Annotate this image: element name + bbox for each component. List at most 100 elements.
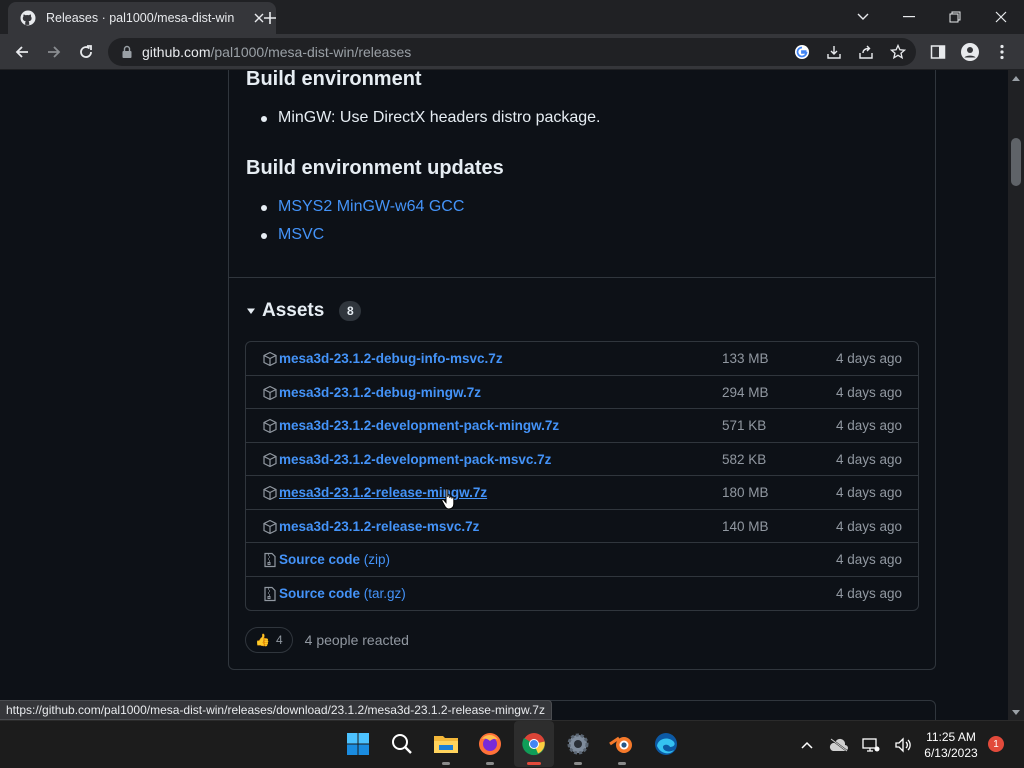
notification-badge[interactable]: 1 (988, 736, 1004, 752)
asset-date: 4 days ago (835, 586, 902, 601)
asset-row: Source code (tar.gz) 4 days ago (246, 576, 918, 610)
asset-row: Source code (zip) 4 days ago (246, 542, 918, 576)
msys2-link[interactable]: MSYS2 MinGW-w64 GCC (260, 198, 464, 216)
build-env-updates-heading: Build environment updates (246, 157, 504, 179)
file-explorer-icon[interactable] (426, 721, 466, 767)
asset-link[interactable]: Source code (zip) (279, 552, 390, 567)
window-controls (886, 0, 1024, 34)
onedrive-offline-icon[interactable] (828, 734, 850, 756)
chrome-icon[interactable] (514, 721, 554, 767)
release-card: Build environment MinGW: Use DirectX hea… (228, 70, 936, 670)
share-icon[interactable] (854, 42, 878, 62)
google-icon[interactable] (790, 42, 814, 62)
browser-tab[interactable]: Releases · pal1000/mesa-dist-win (8, 2, 276, 34)
thumbs-up-reaction-button[interactable]: 👍 4 (245, 627, 293, 653)
assets-list: mesa3d-23.1.2-debug-info-msvc.7z 133 MB … (245, 341, 919, 611)
thumbs-up-icon: 👍 (255, 633, 270, 647)
side-panel-icon[interactable] (926, 40, 950, 64)
package-icon (262, 452, 278, 468)
start-icon[interactable] (338, 721, 378, 767)
install-app-icon[interactable] (822, 42, 846, 62)
package-icon (262, 418, 278, 434)
url-text: github.com/pal1000/mesa-dist-win/release… (142, 44, 412, 60)
volume-icon[interactable] (892, 734, 914, 756)
asset-date: 4 days ago (835, 552, 902, 567)
asset-size: 294 MB (722, 385, 769, 400)
assets-toggle[interactable]: Assets 8 (246, 300, 362, 322)
asset-row: mesa3d-23.1.2-release-mingw.7z 180 MB 4 … (246, 475, 918, 509)
package-icon (262, 519, 278, 535)
caret-down-icon (246, 306, 256, 316)
asset-row: mesa3d-23.1.2-debug-info-msvc.7z 133 MB … (246, 342, 918, 376)
clock-date: 6/13/2023 (924, 746, 978, 760)
asset-link[interactable]: mesa3d-23.1.2-debug-info-msvc.7z (279, 351, 503, 366)
build-env-item: MinGW: Use DirectX headers distro packag… (261, 109, 601, 126)
profile-icon[interactable] (958, 40, 982, 64)
section-divider (229, 277, 935, 278)
bookmark-star-icon[interactable] (886, 42, 910, 62)
forward-button[interactable] (40, 38, 68, 66)
lock-icon[interactable] (120, 45, 134, 59)
asset-size: 582 KB (722, 452, 767, 467)
scrollbar-thumb[interactable] (1011, 138, 1021, 186)
chevron-up-icon[interactable] (796, 734, 818, 756)
github-icon (20, 10, 36, 26)
asset-size: 180 MB (722, 485, 769, 500)
clock-time: 11:25 AM (926, 730, 976, 744)
tab-title: Releases · pal1000/mesa-dist-win (46, 11, 235, 25)
reload-button[interactable] (72, 38, 100, 66)
package-icon (262, 351, 278, 367)
scroll-up-arrow-icon[interactable] (1008, 70, 1024, 86)
build-env-heading: Build environment (246, 70, 422, 90)
asset-date: 4 days ago (835, 418, 902, 433)
asset-row: mesa3d-23.1.2-debug-mingw.7z 294 MB 4 da… (246, 375, 918, 409)
system-tray (796, 721, 914, 768)
page-content: Build environment MinGW: Use DirectX hea… (0, 70, 1008, 720)
edge-icon[interactable] (646, 721, 686, 767)
windows-taskbar: 11:25 AM 6/13/2023 (0, 720, 1024, 768)
reactions: 👍 4 4 people reacted (245, 627, 409, 653)
asset-size: 133 MB (722, 351, 769, 366)
menu-kebab-icon[interactable] (990, 40, 1014, 64)
msvc-link[interactable]: MSVC (260, 226, 324, 244)
settings-icon[interactable] (558, 721, 598, 767)
new-tab-button[interactable] (258, 6, 282, 30)
taskbar-clock[interactable]: 11:25 AM 6/13/2023 (918, 729, 984, 761)
asset-date: 4 days ago (835, 519, 902, 534)
asset-link[interactable]: mesa3d-23.1.2-development-pack-mingw.7z (279, 418, 559, 433)
browser-titlebar: Releases · pal1000/mesa-dist-win (0, 0, 1024, 34)
scroll-down-arrow-icon[interactable] (1008, 704, 1024, 720)
asset-size: 571 KB (722, 418, 767, 433)
network-icon[interactable] (860, 734, 882, 756)
asset-row: mesa3d-23.1.2-release-msvc.7z 140 MB 4 d… (246, 509, 918, 543)
asset-date: 4 days ago (835, 351, 902, 366)
asset-row: mesa3d-23.1.2-development-pack-msvc.7z 5… (246, 442, 918, 476)
asset-row: mesa3d-23.1.2-development-pack-mingw.7z … (246, 408, 918, 442)
package-icon (262, 385, 278, 401)
package-icon (262, 485, 278, 501)
asset-link[interactable]: mesa3d-23.1.2-debug-mingw.7z (279, 385, 481, 400)
minimize-icon[interactable] (886, 0, 932, 34)
address-bar[interactable]: github.com/pal1000/mesa-dist-win/release… (108, 38, 916, 66)
back-button[interactable] (8, 38, 36, 66)
blender-icon[interactable] (602, 721, 642, 767)
restore-icon[interactable] (932, 0, 978, 34)
asset-size: 140 MB (722, 519, 769, 534)
tab-search-icon[interactable] (850, 4, 876, 30)
firefox-icon[interactable] (470, 721, 510, 767)
asset-date: 4 days ago (835, 385, 902, 400)
search-icon[interactable] (382, 721, 422, 767)
asset-link[interactable]: mesa3d-23.1.2-release-msvc.7z (279, 519, 479, 534)
close-window-icon[interactable] (978, 0, 1024, 34)
reaction-count: 4 (275, 633, 283, 647)
hand-cursor-icon (441, 488, 455, 510)
reaction-summary: 4 people reacted (304, 632, 409, 648)
browser-toolbar: github.com/pal1000/mesa-dist-win/release… (0, 34, 1024, 70)
asset-link[interactable]: mesa3d-23.1.2-development-pack-msvc.7z (279, 452, 551, 467)
file-zip-icon (262, 586, 278, 602)
page-scrollbar[interactable] (1008, 70, 1024, 720)
link-status-bubble: https://github.com/pal1000/mesa-dist-win… (0, 700, 552, 720)
file-zip-icon (262, 552, 278, 568)
asset-date: 4 days ago (835, 452, 902, 467)
asset-link[interactable]: Source code (tar.gz) (279, 586, 406, 601)
